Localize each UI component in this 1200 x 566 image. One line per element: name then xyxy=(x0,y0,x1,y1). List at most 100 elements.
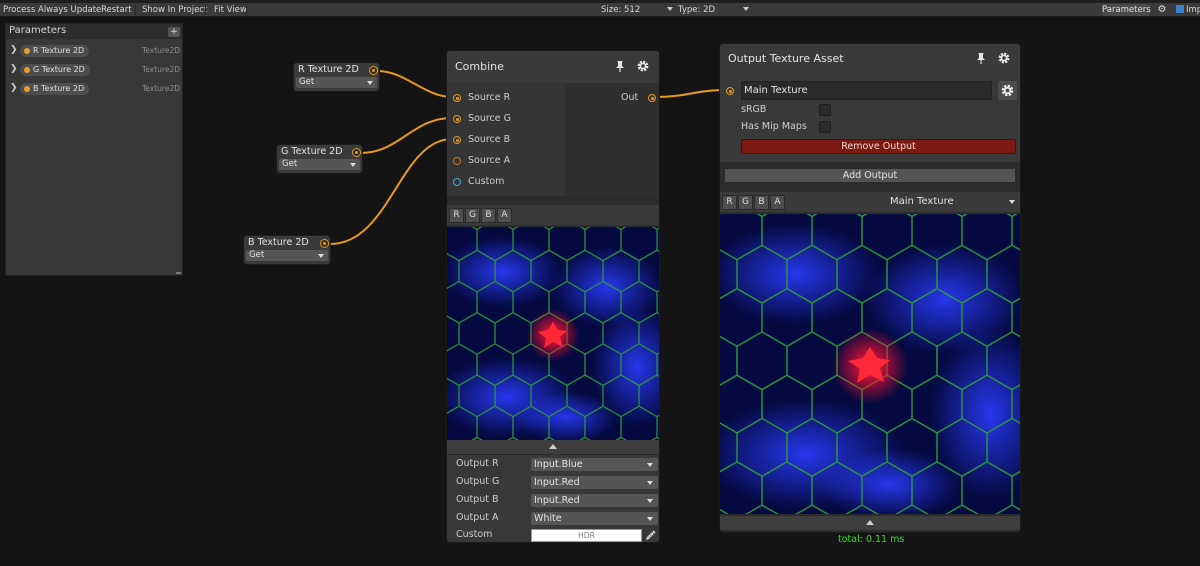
b-texture-node[interactable]: B Texture 2D Get xyxy=(243,235,331,265)
has-mip-maps-checkbox[interactable] xyxy=(819,121,831,133)
toolbar-divider xyxy=(135,5,136,15)
field-label: Output G xyxy=(456,476,500,487)
get-dropdown-value: Get xyxy=(249,250,265,260)
parameter-row-b[interactable]: ❯ B Texture 2D Texture2D xyxy=(6,81,182,99)
size-dropdown[interactable]: Size: 512 xyxy=(601,4,640,16)
parameter-row-r[interactable]: ❯ R Texture 2D Texture2D xyxy=(6,43,182,61)
node-title: B Texture 2D xyxy=(248,237,309,248)
channel-g-button[interactable]: G xyxy=(738,195,753,210)
pin-icon[interactable] xyxy=(613,59,627,73)
show-in-project-button[interactable]: Show In Project xyxy=(140,3,209,17)
r-texture-node[interactable]: R Texture 2D Get xyxy=(293,62,380,92)
always-update-toggle[interactable]: Always Update xyxy=(36,3,103,17)
add-parameter-button[interactable]: + xyxy=(168,27,180,37)
port-connector[interactable] xyxy=(453,94,461,102)
field-label: Output B xyxy=(456,494,499,505)
import-menu[interactable]: Imp xyxy=(1176,3,1200,17)
restart-button[interactable]: Restart xyxy=(99,3,134,17)
resize-handle[interactable] xyxy=(176,272,181,274)
output-b-row: Output B Input.Red xyxy=(447,492,659,509)
port-connector[interactable] xyxy=(453,178,461,186)
edge-r-to-source-r xyxy=(377,70,453,98)
port-connector[interactable] xyxy=(453,115,461,123)
output-texture-asset-node[interactable]: Output Texture Asset Main Texture sRGB H… xyxy=(719,43,1021,533)
toolbar: Process Always Update Restart Show In Pr… xyxy=(0,3,1200,17)
collapse-preview-button[interactable] xyxy=(720,516,1020,530)
srgb-checkbox[interactable] xyxy=(819,104,831,116)
collapse-preview-button[interactable] xyxy=(447,440,659,454)
parameter-type: Texture2D xyxy=(142,46,181,55)
get-dropdown[interactable]: Get xyxy=(296,77,377,88)
output-r-dropdown[interactable]: Input.Blue xyxy=(531,458,658,471)
get-dropdown[interactable]: Get xyxy=(246,250,328,261)
chevron-up-icon xyxy=(549,444,557,449)
output-a-dropdown[interactable]: White xyxy=(531,512,658,525)
port-connector[interactable] xyxy=(453,157,461,165)
gear-icon[interactable] xyxy=(636,59,650,73)
output-settings-button[interactable] xyxy=(998,81,1017,100)
output-b-dropdown[interactable]: Input.Red xyxy=(531,494,658,507)
edge-out-to-output xyxy=(652,89,729,98)
input-ports: Source R Source G Source B Source A Cust… xyxy=(447,83,565,196)
output-port[interactable] xyxy=(369,66,378,75)
channel-b-button[interactable]: B xyxy=(481,208,496,223)
chevron-down-icon xyxy=(367,81,373,85)
parameter-pill[interactable]: R Texture 2D xyxy=(20,45,90,57)
fit-view-button[interactable]: Fit View xyxy=(212,3,249,17)
output-g-dropdown[interactable]: Input.Red xyxy=(531,476,658,489)
shader-graph-window: Process Always Update Restart Show In Pr… xyxy=(0,0,1200,566)
pin-icon[interactable] xyxy=(974,51,988,65)
port-connector[interactable] xyxy=(453,136,461,144)
node-title: G Texture 2D xyxy=(281,146,343,157)
chevron-right-icon[interactable]: ❯ xyxy=(10,45,18,55)
texture-select-dropdown[interactable]: Main Texture xyxy=(888,194,1020,210)
eyedropper-icon[interactable] xyxy=(645,529,657,541)
field-label: Custom xyxy=(456,529,493,540)
chevron-down-icon xyxy=(647,481,653,485)
remove-output-button[interactable]: Remove Output xyxy=(741,139,1016,154)
parameters-panel: Parameters + ❯ R Texture 2D Texture2D ❯ … xyxy=(5,23,183,276)
port-out[interactable]: Out xyxy=(621,91,656,105)
parameter-pill[interactable]: B Texture 2D xyxy=(20,83,90,95)
get-dropdown-value: Get xyxy=(282,159,298,169)
type-dropdown[interactable]: Type: 2D xyxy=(678,4,715,16)
channel-toggle-bar: R G B A xyxy=(447,205,659,225)
chevron-down-icon xyxy=(647,463,653,467)
chevron-right-icon[interactable]: ❯ xyxy=(10,64,18,74)
port-label: Custom xyxy=(468,176,505,187)
chevron-right-icon[interactable]: ❯ xyxy=(10,83,18,93)
output-port[interactable] xyxy=(352,148,361,157)
dropdown-value: Input.Red xyxy=(534,477,580,488)
port-connector[interactable] xyxy=(648,94,656,102)
node-header[interactable]: Output Texture Asset xyxy=(720,44,1020,75)
parameter-type: Texture2D xyxy=(142,65,181,74)
channel-r-button[interactable]: R xyxy=(449,208,464,223)
output-port[interactable] xyxy=(320,239,329,248)
custom-color-field[interactable]: HDR xyxy=(531,529,642,542)
gear-icon[interactable] xyxy=(997,51,1011,65)
node-header[interactable]: Combine xyxy=(447,51,659,83)
texture-port-icon xyxy=(24,67,30,73)
channel-a-button[interactable]: A xyxy=(770,195,785,210)
process-button[interactable]: Process xyxy=(1,3,37,17)
channel-a-button[interactable]: A xyxy=(497,208,512,223)
parameters-toggle[interactable]: Parameters xyxy=(1102,4,1151,16)
channel-r-button[interactable]: R xyxy=(722,195,737,210)
parameter-row-g[interactable]: ❯ G Texture 2D Texture2D xyxy=(6,62,182,80)
node-title: Combine xyxy=(455,60,504,73)
channel-b-button[interactable]: B xyxy=(754,195,769,210)
get-dropdown[interactable]: Get xyxy=(279,159,360,170)
chevron-down-icon xyxy=(350,163,356,167)
texture-name-field[interactable]: Main Texture xyxy=(741,81,992,100)
output-a-row: Output A White xyxy=(447,510,659,527)
port-label: Out xyxy=(621,92,639,103)
channel-g-button[interactable]: G xyxy=(465,208,480,223)
input-port[interactable] xyxy=(726,87,734,95)
srgb-label: sRGB xyxy=(741,104,767,115)
add-output-button[interactable]: Add Output xyxy=(724,168,1016,183)
parameter-pill[interactable]: G Texture 2D xyxy=(20,64,90,76)
parameter-name: R Texture 2D xyxy=(33,46,85,55)
combine-node[interactable]: Combine Source R Source G Source B Sourc… xyxy=(446,50,660,543)
settings-gear-icon[interactable]: ⚙ xyxy=(1156,4,1168,16)
g-texture-node[interactable]: G Texture 2D Get xyxy=(276,144,363,174)
